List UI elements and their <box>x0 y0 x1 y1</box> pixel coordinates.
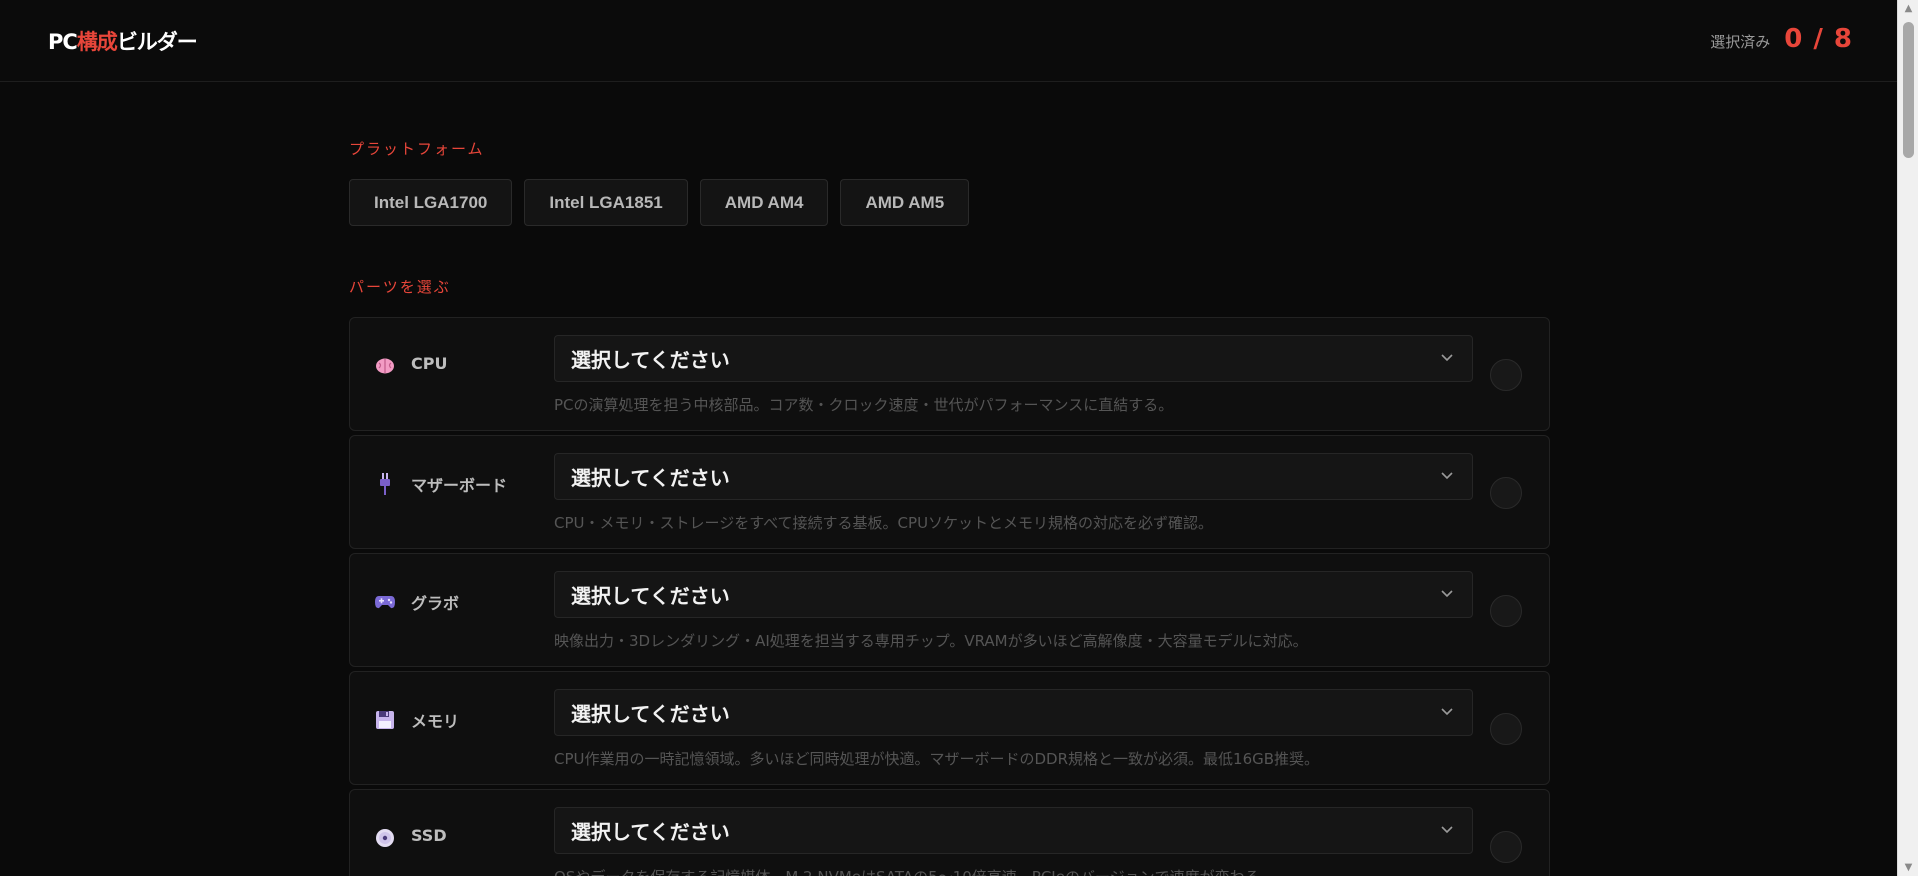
logo-prefix: PC <box>48 30 78 54</box>
platform-section-title: プラットフォーム <box>349 140 485 158</box>
part-row-ssd: SSD 選択してください OSやデータを保存する記憶媒体。M.2 NVMeはSA… <box>349 789 1550 876</box>
select-value: 選択してください <box>571 702 730 726</box>
part-name: SSD <box>411 826 447 845</box>
platform-button-lga1851[interactable]: Intel LGA1851 <box>524 179 688 226</box>
brain-icon <box>374 355 396 377</box>
part-row-motherboard: マザーボード 選択してください CPU・メモリ・ストレージをすべて接続する基板。… <box>349 435 1550 549</box>
ssd-select[interactable]: 選択してください <box>554 807 1473 854</box>
gpu-select[interactable]: 選択してください <box>554 571 1473 618</box>
parts-section-title: パーツを選ぶ <box>349 278 451 296</box>
chevron-down-icon <box>1441 826 1453 834</box>
plug-icon <box>374 473 396 495</box>
part-row-gpu: グラボ 選択してください 映像出力・3Dレンダリング・AI処理を担当する専用チッ… <box>349 553 1550 667</box>
select-value: 選択してください <box>571 466 730 490</box>
part-name: グラボ <box>411 594 460 613</box>
scroll-thumb[interactable] <box>1903 22 1914 158</box>
chevron-down-icon <box>1441 590 1453 598</box>
selection-status-circle[interactable] <box>1490 595 1522 627</box>
selection-status-circle[interactable] <box>1490 359 1522 391</box>
disc-icon <box>374 827 396 849</box>
selection-status-circle[interactable] <box>1490 713 1522 745</box>
scroll-up-arrow-icon[interactable]: ▲ <box>1898 0 1918 17</box>
part-description: 映像出力・3Dレンダリング・AI処理を担当する専用チップ。VRAMが多いほど高解… <box>554 632 1308 650</box>
part-description: CPU作業用の一時記憶領域。多いほど同時処理が快適。マザーボードのDDR規格と一… <box>554 750 1320 768</box>
chevron-down-icon <box>1441 708 1453 716</box>
select-value: 選択してください <box>571 584 730 608</box>
part-description: OSやデータを保存する記憶媒体。M.2 NVMeはSATAの5〜10倍高速。PC… <box>554 866 1275 876</box>
platform-options: Intel LGA1700 Intel LGA1851 AMD AM4 AMD … <box>349 179 970 226</box>
part-row-memory: メモリ 選択してください CPU作業用の一時記憶領域。多いほど同時処理が快適。マ… <box>349 671 1550 785</box>
vertical-scrollbar[interactable]: ▲ ▼ <box>1897 0 1918 876</box>
part-name: マザーボード <box>411 476 508 495</box>
platform-button-am4[interactable]: AMD AM4 <box>699 179 829 226</box>
parts-list: CPU 選択してください PCの演算処理を担う中核部品。コア数・クロック速度・世… <box>349 317 1550 876</box>
selection-status-circle[interactable] <box>1490 831 1522 863</box>
part-description: PCの演算処理を担う中核部品。コア数・クロック速度・世代がパフォーマンスに直結す… <box>554 396 1174 414</box>
logo-accent: 構成 <box>76 30 118 54</box>
cpu-select[interactable]: 選択してください <box>554 335 1473 382</box>
gamepad-icon <box>374 591 396 613</box>
chevron-down-icon <box>1441 472 1453 480</box>
select-value: 選択してください <box>571 820 730 844</box>
part-name: CPU <box>411 354 448 373</box>
app-header: PC構成ビルダー 選択済み 0 / 8 <box>0 0 1897 82</box>
select-value: 選択してください <box>571 348 730 372</box>
platform-button-am5[interactable]: AMD AM5 <box>840 179 970 226</box>
platform-button-lga1700[interactable]: Intel LGA1700 <box>349 179 513 226</box>
app-logo[interactable]: PC構成ビルダー <box>48 26 198 56</box>
part-row-cpu: CPU 選択してください PCの演算処理を担う中核部品。コア数・クロック速度・世… <box>349 317 1550 431</box>
counter-value: 0 / 8 <box>1784 24 1853 54</box>
counter-label: 選択済み <box>1710 33 1771 51</box>
selection-counter: 選択済み 0 / 8 <box>1710 24 1853 54</box>
memory-select[interactable]: 選択してください <box>554 689 1473 736</box>
motherboard-select[interactable]: 選択してください <box>554 453 1473 500</box>
selection-status-circle[interactable] <box>1490 477 1522 509</box>
logo-suffix: ビルダー <box>116 30 198 54</box>
part-name: メモリ <box>411 712 460 731</box>
floppy-disk-icon <box>374 709 396 731</box>
chevron-down-icon <box>1441 354 1453 362</box>
part-description: CPU・メモリ・ストレージをすべて接続する基板。CPUソケットとメモリ規格の対応… <box>554 514 1214 532</box>
scroll-down-arrow-icon[interactable]: ▼ <box>1898 859 1918 876</box>
